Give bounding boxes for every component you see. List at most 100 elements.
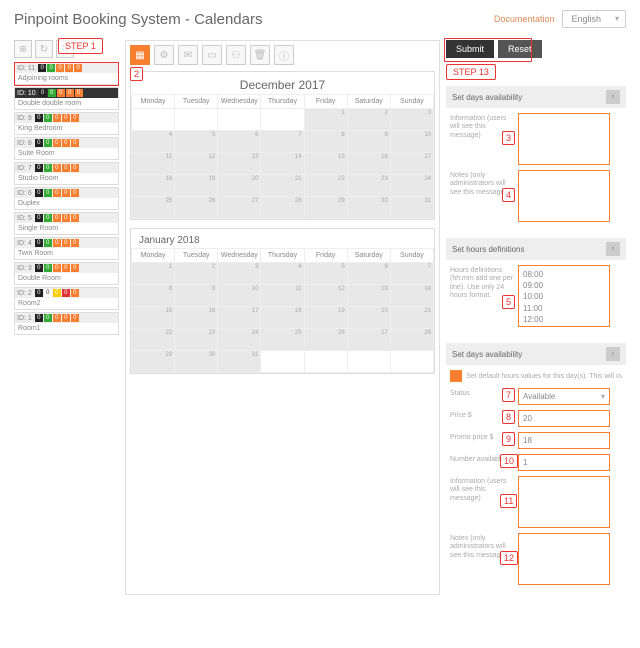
room-header[interactable]: ID: 1000000: [15, 88, 118, 98]
calendar-cell[interactable]: 10: [218, 285, 261, 307]
folder-icon[interactable]: ▭: [202, 45, 222, 65]
calendar-cell[interactable]: 18: [132, 175, 175, 197]
calendar-cell[interactable]: 31: [218, 351, 261, 373]
submit-button[interactable]: Submit: [446, 40, 494, 58]
calendar-cell[interactable]: 21: [261, 175, 304, 197]
calendar-cell[interactable]: 19: [175, 175, 218, 197]
calendar-cell[interactable]: 20: [347, 307, 390, 329]
calendar-cell[interactable]: [261, 109, 304, 131]
calendar-cell[interactable]: 8: [132, 285, 175, 307]
room-header[interactable]: ID: 800000: [15, 138, 118, 148]
calendar-cell[interactable]: 30: [347, 197, 390, 219]
calendar-cell[interactable]: [304, 351, 347, 373]
room-header[interactable]: ID: 600000: [15, 188, 118, 198]
calendar-cell[interactable]: 24: [218, 329, 261, 351]
calendar-cell[interactable]: 25: [261, 329, 304, 351]
calendar-cell[interactable]: 8: [304, 131, 347, 153]
calendar-cell[interactable]: [390, 351, 433, 373]
calendar-cell[interactable]: 10: [390, 131, 433, 153]
calendar-cell[interactable]: 24: [390, 175, 433, 197]
calendar-cell[interactable]: 28: [390, 329, 433, 351]
calendar-cell[interactable]: [175, 109, 218, 131]
calendar-cell[interactable]: 20: [218, 175, 261, 197]
settings-icon[interactable]: ⚙: [154, 45, 174, 65]
reset-button[interactable]: Reset: [498, 40, 542, 58]
calendar-cell[interactable]: 13: [218, 153, 261, 175]
calendar-cell[interactable]: 16: [175, 307, 218, 329]
calendar-cell[interactable]: 12: [175, 153, 218, 175]
calendar-cell[interactable]: 1: [304, 109, 347, 131]
calendar-cell[interactable]: 25: [132, 197, 175, 219]
promo-input[interactable]: [518, 432, 610, 449]
room-label[interactable]: King Bedroom: [15, 123, 118, 134]
calendar-cell[interactable]: 29: [132, 351, 175, 373]
calendar-cell[interactable]: 14: [261, 153, 304, 175]
room-label[interactable]: Suite Room: [15, 148, 118, 159]
info-textarea-1[interactable]: [518, 113, 610, 165]
calendar-cell[interactable]: [218, 109, 261, 131]
calendar-cell[interactable]: 26: [175, 197, 218, 219]
room-header[interactable]: ID: 200000: [15, 288, 118, 298]
calendar-cell[interactable]: 17: [218, 307, 261, 329]
collapse-icon[interactable]: ↑: [606, 242, 620, 256]
calendar-cell[interactable]: 15: [304, 153, 347, 175]
room-header[interactable]: ID: 1100000: [15, 63, 118, 73]
documentation-link[interactable]: Documentation: [494, 14, 555, 24]
language-select[interactable]: English: [562, 10, 626, 28]
calendar-cell[interactable]: 12: [304, 285, 347, 307]
calendar-cell[interactable]: 26: [304, 329, 347, 351]
calendar-cell[interactable]: 31: [390, 197, 433, 219]
room-label[interactable]: Double Room: [15, 273, 118, 284]
room-label[interactable]: Duplex: [15, 198, 118, 209]
room-label[interactable]: Room1: [15, 323, 118, 334]
room-label[interactable]: Single Room: [15, 223, 118, 234]
group-icon[interactable]: ⚇: [226, 45, 246, 65]
number-available-input[interactable]: [518, 454, 610, 471]
collapse-icon[interactable]: ↑: [606, 90, 620, 104]
calendar-cell[interactable]: 9: [347, 131, 390, 153]
calendar-cell[interactable]: 19: [304, 307, 347, 329]
calendar-cell[interactable]: 18: [261, 307, 304, 329]
default-hours-checkbox[interactable]: [450, 370, 462, 382]
calendar-cell[interactable]: 7: [390, 263, 433, 285]
calendar-cell[interactable]: 27: [347, 329, 390, 351]
calendar-cell[interactable]: 9: [175, 285, 218, 307]
room-header[interactable]: ID: 100000: [15, 313, 118, 323]
sort-icon[interactable]: ⇅: [56, 40, 74, 58]
calendar-cell[interactable]: 14: [390, 285, 433, 307]
calendar-cell[interactable]: 7: [261, 131, 304, 153]
calendar-cell[interactable]: [132, 109, 175, 131]
price-input[interactable]: [518, 410, 610, 427]
calendar-cell[interactable]: [347, 351, 390, 373]
calendar-cell[interactable]: 5: [175, 131, 218, 153]
calendar-cell[interactable]: 22: [132, 329, 175, 351]
room-header[interactable]: ID: 500000: [15, 213, 118, 223]
room-label[interactable]: Studio Room: [15, 173, 118, 184]
calendar-cell[interactable]: 23: [347, 175, 390, 197]
calendar-cell[interactable]: 15: [132, 307, 175, 329]
calendar-cell[interactable]: 29: [304, 197, 347, 219]
calendar-cell[interactable]: 23: [175, 329, 218, 351]
room-label[interactable]: Adjoining rooms: [15, 73, 118, 84]
calendar-cell[interactable]: 2: [175, 263, 218, 285]
calendar-cell[interactable]: 11: [261, 285, 304, 307]
calendar-cell[interactable]: [261, 351, 304, 373]
calendar-cell[interactable]: 4: [132, 131, 175, 153]
room-header[interactable]: ID: 900000: [15, 113, 118, 123]
room-header[interactable]: ID: 700000: [15, 163, 118, 173]
notes-textarea-2[interactable]: [518, 533, 610, 585]
calendar-cell[interactable]: 2: [347, 109, 390, 131]
calendar-icon[interactable]: ▦: [130, 45, 150, 65]
room-label[interactable]: Double double room: [15, 98, 118, 109]
calendar-cell[interactable]: 4: [261, 263, 304, 285]
hours-textarea[interactable]: 08:00 09:00 10:00 11:00 12:00 13:00: [518, 265, 610, 327]
info-textarea-2[interactable]: [518, 476, 610, 528]
room-header[interactable]: ID: 400000: [15, 238, 118, 248]
add-icon[interactable]: ⊕: [14, 40, 32, 58]
calendar-cell[interactable]: 3: [390, 109, 433, 131]
refresh-icon[interactable]: ↻: [35, 40, 53, 58]
room-header[interactable]: ID: 300000: [15, 263, 118, 273]
calendar-cell[interactable]: 22: [304, 175, 347, 197]
calendar-cell[interactable]: 6: [218, 131, 261, 153]
calendar-cell[interactable]: 28: [261, 197, 304, 219]
